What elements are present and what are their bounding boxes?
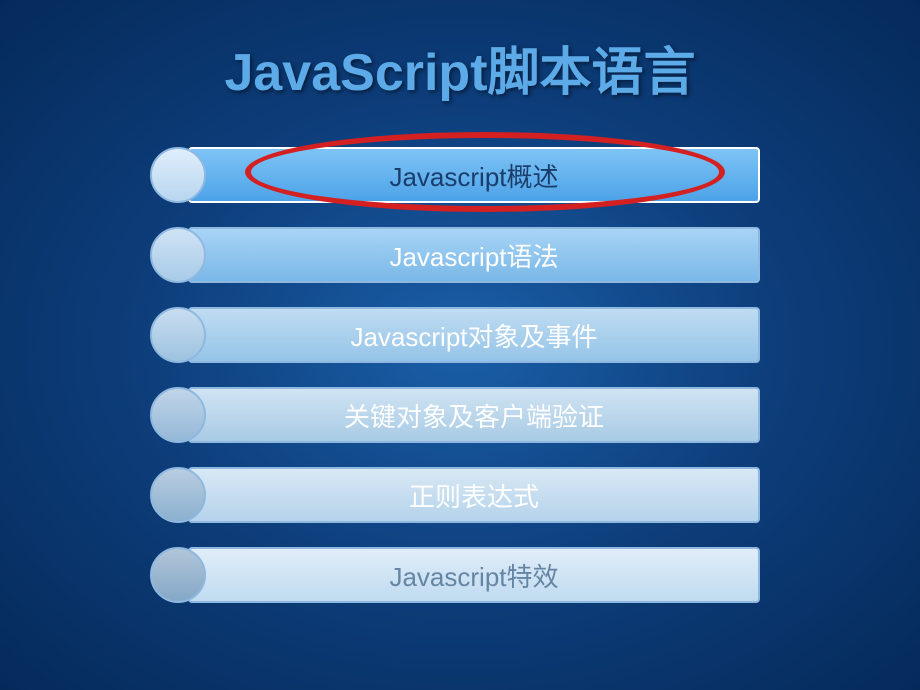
bullet-icon [150, 307, 206, 363]
bullet-icon [150, 547, 206, 603]
topic-bar: 正则表达式 [188, 467, 760, 523]
list-item: Javascript对象及事件 [160, 305, 760, 365]
bullet-icon [150, 467, 206, 523]
slide-title: JavaScript脚本语言 [0, 0, 920, 145]
topic-label: Javascript对象及事件 [350, 317, 597, 354]
bullet-icon [150, 227, 206, 283]
topics-list: Javascript概述 Javascript语法 Javascript对象及事… [0, 145, 920, 605]
topic-bar: Javascript语法 [188, 227, 760, 283]
list-item: 正则表达式 [160, 465, 760, 525]
topic-bar: 关键对象及客户端验证 [188, 387, 760, 443]
topic-label: Javascript概述 [389, 157, 558, 194]
topic-bar: Javascript特效 [188, 547, 760, 603]
topic-label: Javascript特效 [389, 557, 558, 594]
topic-label: 关键对象及客户端验证 [344, 397, 604, 434]
bullet-icon [150, 387, 206, 443]
list-item: Javascript特效 [160, 545, 760, 605]
list-item: Javascript概述 [160, 145, 760, 205]
list-item: Javascript语法 [160, 225, 760, 285]
topic-bar: Javascript对象及事件 [188, 307, 760, 363]
bullet-icon [150, 147, 206, 203]
topic-label: Javascript语法 [389, 237, 558, 274]
topic-bar: Javascript概述 [188, 147, 760, 203]
topic-label: 正则表达式 [409, 477, 539, 514]
list-item: 关键对象及客户端验证 [160, 385, 760, 445]
